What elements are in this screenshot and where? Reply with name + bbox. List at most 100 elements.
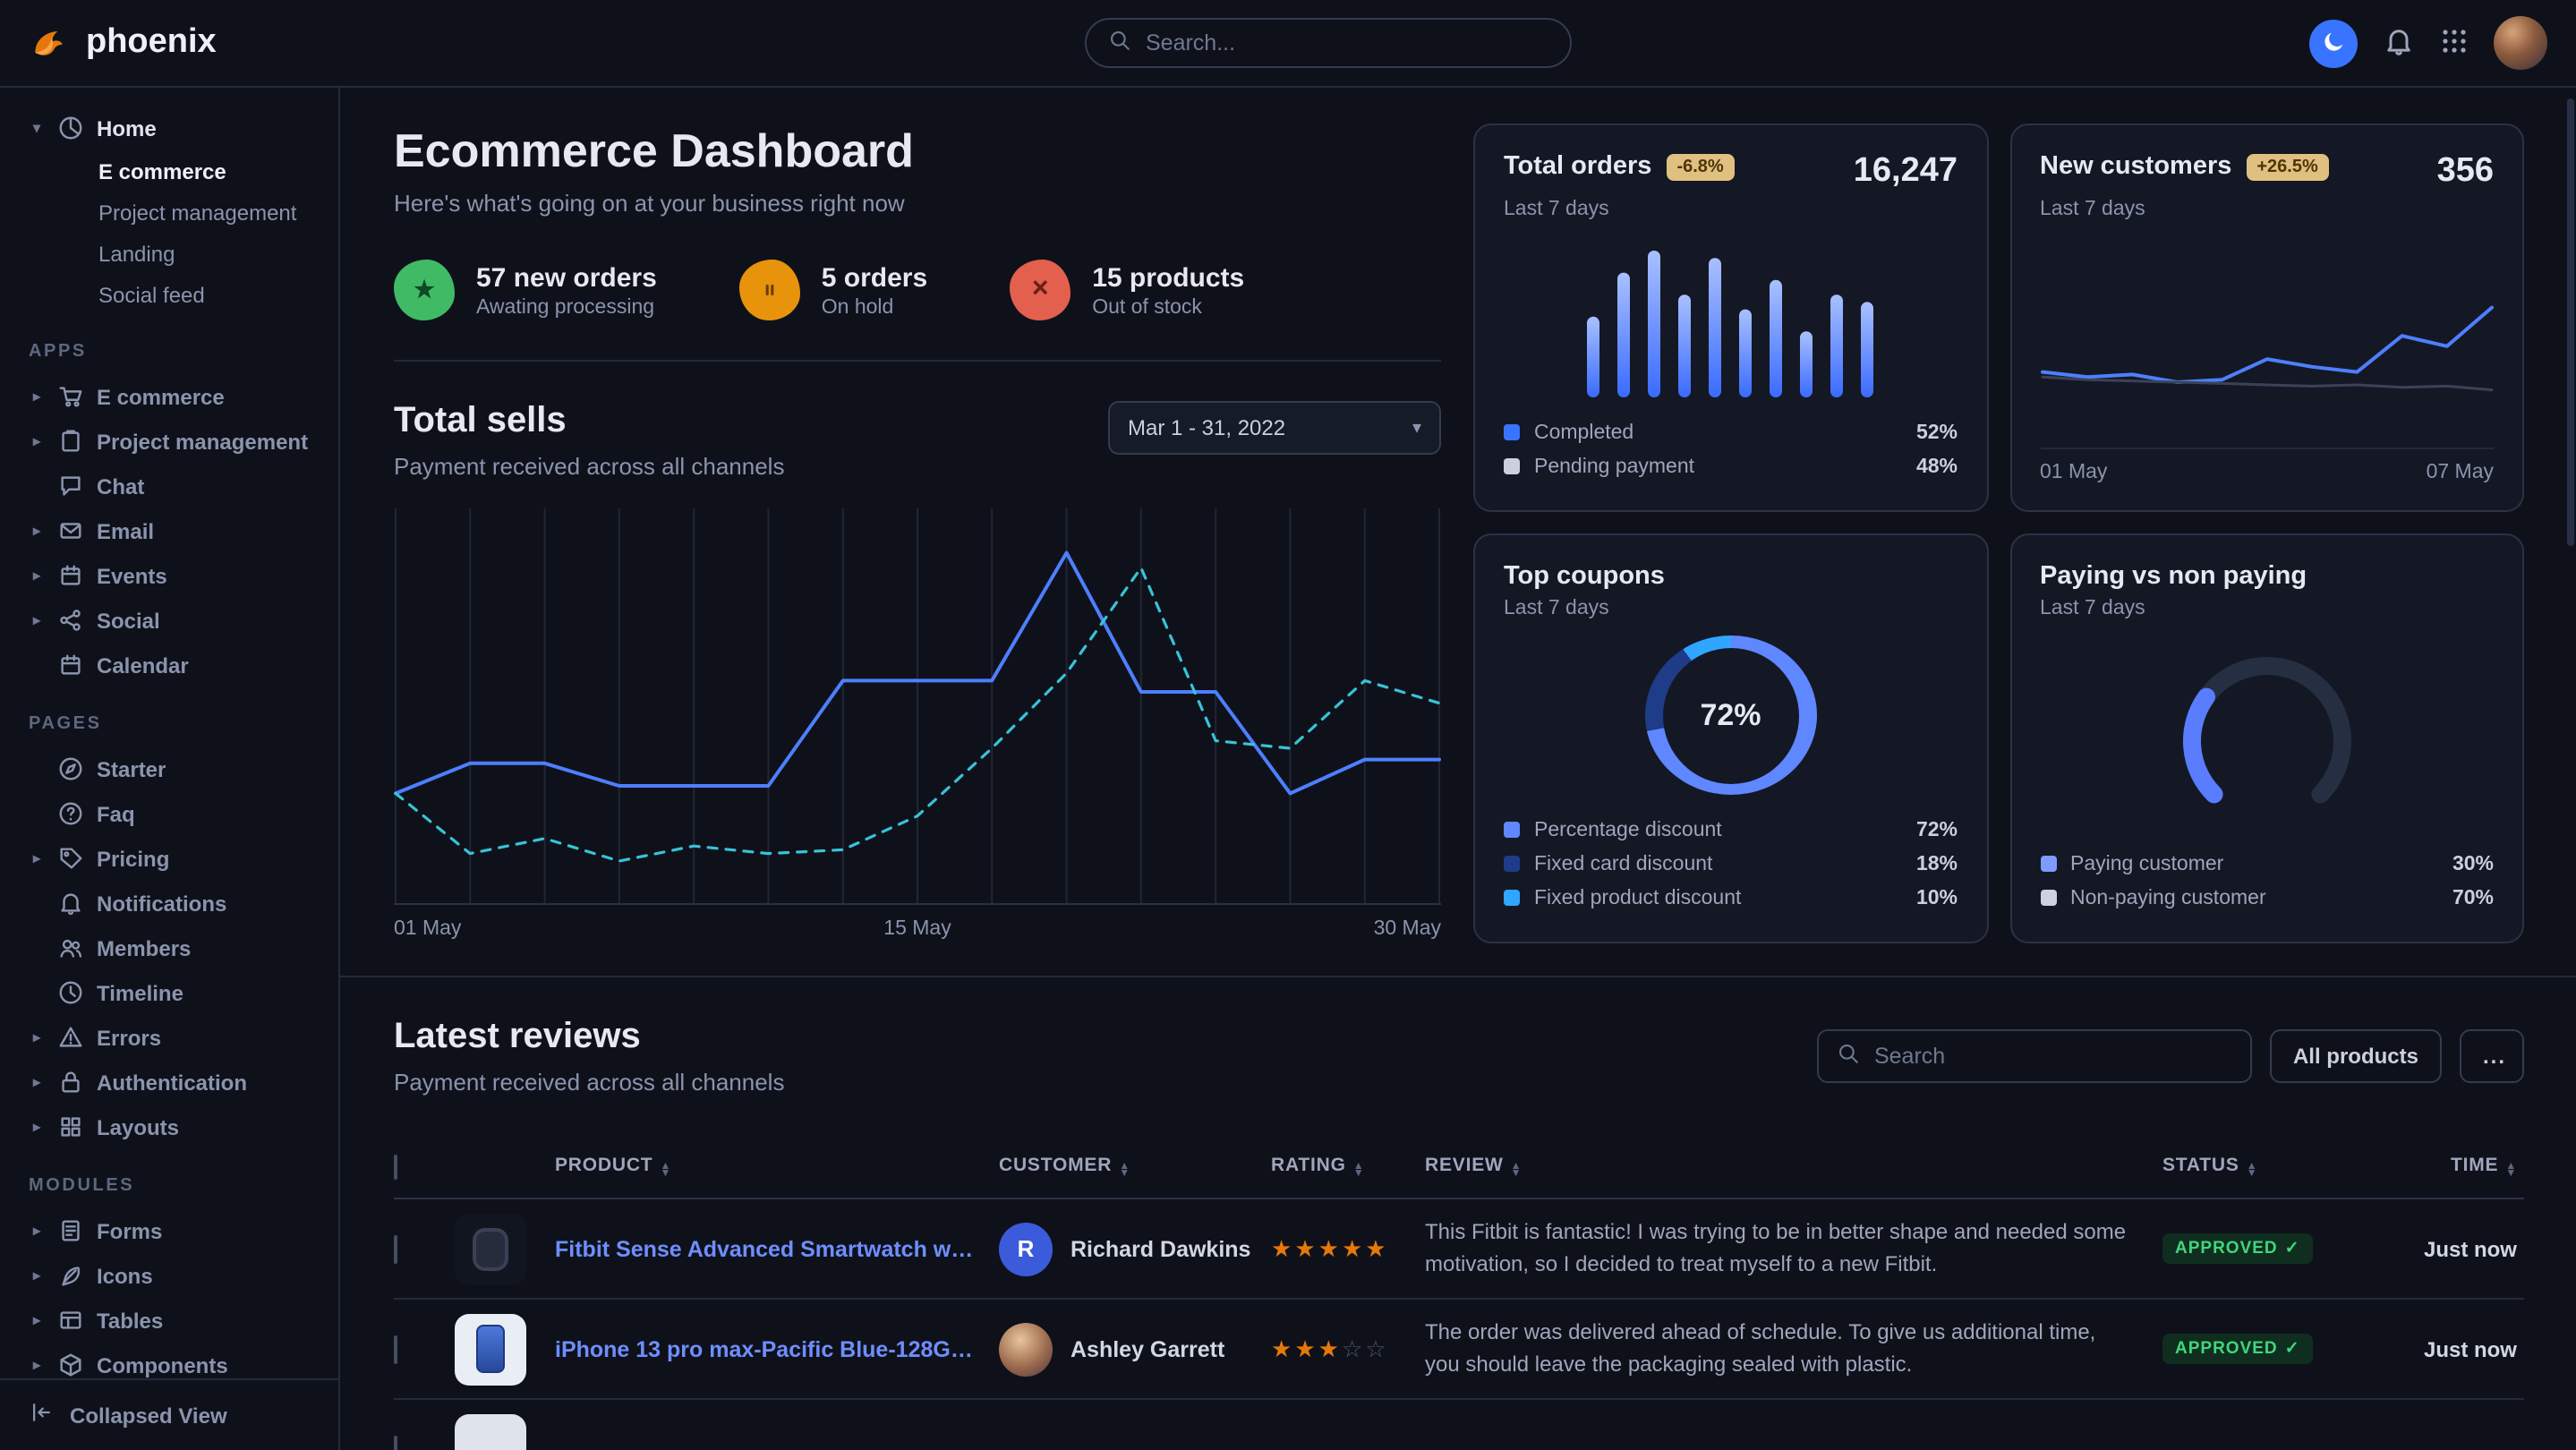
column-header-rating[interactable]: RATING▲▼: [1271, 1154, 1425, 1179]
product-link[interactable]: iPhone 13 pro max-Pacific Blue-128GB sto…: [555, 1336, 999, 1361]
row-checkbox[interactable]: [394, 1435, 397, 1450]
apps-menu-button[interactable]: [2440, 26, 2469, 60]
product-thumbnail: [455, 1213, 526, 1284]
moon-icon: [2321, 28, 2346, 58]
brand[interactable]: phoenix: [29, 19, 347, 67]
sidebar-item-components[interactable]: ▸Components: [21, 1343, 320, 1378]
sidebar-subitem-project-management[interactable]: Project management: [21, 192, 320, 233]
sidebar-item-calendar[interactable]: Calendar: [21, 643, 320, 687]
select-all-checkbox[interactable]: [394, 1154, 397, 1179]
column-header-status[interactable]: STATUS▲▼: [2162, 1154, 2374, 1179]
more-options-button[interactable]: ...: [2460, 1029, 2524, 1083]
legend-label: Percentage discount: [1534, 819, 1722, 840]
row-checkbox[interactable]: [394, 1234, 397, 1263]
caret-icon: ▸: [29, 1357, 45, 1373]
sidebar-item-label: Events: [97, 563, 167, 588]
latest-reviews-subtitle: Payment received across all channels: [394, 1069, 784, 1096]
row-checkbox[interactable]: [394, 1335, 397, 1363]
dashboard-section: Ecommerce Dashboard Here's what's going …: [340, 88, 2576, 976]
collapsed-view-toggle[interactable]: Collapsed View: [0, 1378, 338, 1450]
clipboard-icon: [57, 428, 84, 455]
sidebar-item-pricing[interactable]: ▸Pricing: [21, 836, 320, 881]
user-avatar[interactable]: [2494, 16, 2547, 70]
column-header-product[interactable]: PRODUCT▲▼: [555, 1154, 999, 1179]
rating-stars: ★★★☆☆: [1271, 1335, 1425, 1363]
review-row: iPhone 13 pro max-Pacific Blue-128GB sto…: [394, 1300, 2524, 1400]
stat-title: 15 products: [1092, 262, 1244, 293]
sidebar-item-errors[interactable]: ▸Errors: [21, 1015, 320, 1060]
reviews-search-input[interactable]: [1874, 1044, 2232, 1069]
sidebar-item-project-management[interactable]: ▸Project management: [21, 419, 320, 464]
sort-icon[interactable]: ▲▼: [660, 1163, 671, 1179]
feather-icon: [57, 1262, 84, 1289]
scrollbar-thumb[interactable]: [2567, 98, 2574, 546]
sort-icon[interactable]: ▲▼: [2505, 1163, 2517, 1179]
all-products-button[interactable]: All products: [2270, 1029, 2442, 1083]
help-icon: [57, 800, 84, 827]
legend-value: 70%: [2452, 887, 2494, 908]
cart-icon: [57, 383, 84, 410]
status-badge: APPROVED ✓: [2162, 1233, 2313, 1264]
column-header-review[interactable]: REVIEW▲▼: [1425, 1154, 2162, 1179]
pause-icon: [739, 260, 800, 320]
caret-icon: ▸: [29, 388, 45, 405]
sort-icon[interactable]: ▲▼: [1511, 1163, 1523, 1179]
sidebar-item-starter[interactable]: Starter: [21, 746, 320, 791]
calendar-icon: [57, 652, 84, 678]
grid-icon: [57, 1113, 84, 1140]
caret-icon: ▸: [29, 850, 45, 866]
sidebar-item-chat[interactable]: Chat: [21, 464, 320, 508]
total-sells-subtitle: Payment received across all channels: [394, 453, 784, 480]
sort-icon[interactable]: ▲▼: [1353, 1163, 1365, 1179]
sidebar-item-timeline[interactable]: Timeline: [21, 970, 320, 1015]
card-period: Last 7 days: [2040, 199, 2494, 220]
total-orders-card: Total orders -6.8% 16,247 Last 7 days Co…: [1473, 124, 1988, 512]
stat-awating-processing: ★57 new ordersAwating processing: [394, 260, 657, 320]
sidebar-item-layouts[interactable]: ▸Layouts: [21, 1105, 320, 1149]
sidebar-item-notifications[interactable]: Notifications: [21, 881, 320, 925]
share-icon: [57, 607, 84, 634]
sidebar-item-authentication[interactable]: ▸Authentication: [21, 1060, 320, 1105]
sidebar-item-tables[interactable]: ▸Tables: [21, 1298, 320, 1343]
x-tick: 01 May: [2040, 462, 2107, 483]
clock-icon: [57, 979, 84, 1006]
card-title: Top coupons: [1504, 562, 1665, 591]
page-title: Ecommerce Dashboard: [394, 124, 1441, 179]
sidebar-item-social[interactable]: ▸Social: [21, 598, 320, 643]
sidebar-item-events[interactable]: ▸Events: [21, 553, 320, 598]
navbar-search-input[interactable]: [1146, 30, 1548, 55]
sidebar-subitem-e-commerce[interactable]: E commerce: [21, 150, 320, 192]
sidebar-item-home[interactable]: ▾Home: [21, 106, 320, 150]
sidebar-item-email[interactable]: ▸Email: [21, 508, 320, 553]
sidebar-item-e-commerce[interactable]: ▸E commerce: [21, 374, 320, 419]
sidebar-item-members[interactable]: Members: [21, 925, 320, 970]
sidebar-item-forms[interactable]: ▸Forms: [21, 1208, 320, 1253]
collapsed-view-label: Collapsed View: [70, 1403, 227, 1428]
check-icon: ✓: [2285, 1339, 2300, 1359]
legend-swatch: [1504, 890, 1520, 906]
navbar-search[interactable]: [1085, 18, 1572, 68]
sidebar-item-faq[interactable]: Faq: [21, 791, 320, 836]
legend-label: Fixed product discount: [1534, 887, 1741, 908]
product-link[interactable]: Fitbit Sense Advanced Smartwatch with To…: [555, 1236, 999, 1261]
legend-item-fixed-card-discount: Fixed card discount18%: [1504, 847, 1958, 881]
column-header-time[interactable]: TIME▲▼: [2374, 1154, 2524, 1179]
new-customers-x-axis: 01 May 07 May: [2040, 448, 2494, 483]
legend-swatch: [1504, 424, 1520, 440]
notifications-button[interactable]: [2383, 24, 2415, 62]
sidebar-item-label: Home: [97, 115, 157, 141]
sidebar-item-icons[interactable]: ▸Icons: [21, 1253, 320, 1298]
reviews-search[interactable]: [1817, 1029, 2252, 1083]
sort-icon[interactable]: ▲▼: [1119, 1163, 1130, 1179]
legend-item-percentage-discount: Percentage discount72%: [1504, 813, 1958, 847]
bell-icon: [2383, 24, 2415, 62]
table-icon: [57, 1307, 84, 1334]
legend-item-fixed-product-discount: Fixed product discount10%: [1504, 881, 1958, 915]
sort-icon[interactable]: ▲▼: [2247, 1163, 2258, 1179]
column-header-customer[interactable]: CUSTOMER▲▼: [999, 1154, 1271, 1179]
star-icon: ★: [394, 260, 455, 320]
sidebar-subitem-landing[interactable]: Landing: [21, 233, 320, 274]
date-range-select[interactable]: Mar 1 - 31, 2022 ▾: [1108, 401, 1441, 455]
theme-toggle-button[interactable]: [2309, 19, 2358, 67]
sidebar-subitem-social-feed[interactable]: Social feed: [21, 274, 320, 315]
